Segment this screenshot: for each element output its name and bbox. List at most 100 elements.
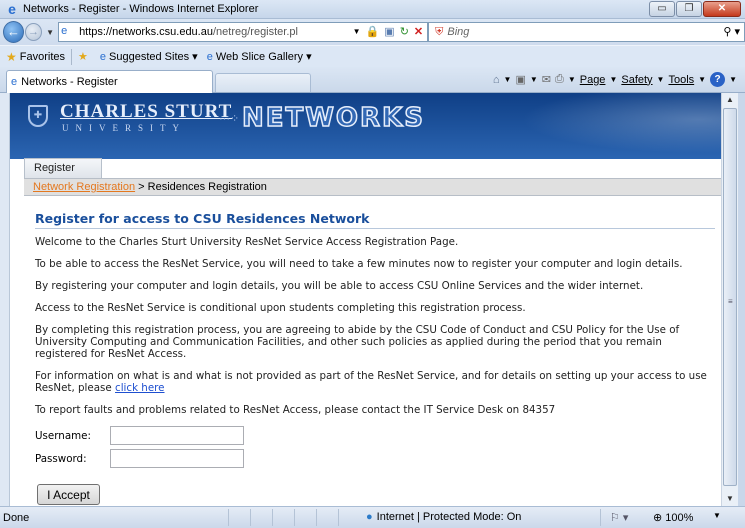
university-subname: UNIVERSITY <box>62 123 186 133</box>
address-url[interactable]: https://networks.csu.edu.au/netreg/regis… <box>79 26 298 38</box>
click-here-link[interactable]: click here <box>115 382 164 394</box>
favorites-divider <box>71 48 73 65</box>
web-slice-gallery-label: Web Slice Gallery ▾ <box>215 51 312 63</box>
recent-pages-dropdown-icon[interactable]: ▼ <box>46 28 54 37</box>
breadcrumb-current: Residences Registration <box>147 181 267 193</box>
new-tab-button[interactable] <box>215 73 311 92</box>
ie-tab-icon: e <box>11 76 18 88</box>
url-host: https://networks.csu.edu.au <box>79 26 213 38</box>
page-icon: e <box>99 50 107 63</box>
minimize-button[interactable]: ▭ <box>649 1 675 17</box>
bing-icon: ⛨ <box>435 25 444 38</box>
help-icon[interactable]: ? <box>710 72 726 87</box>
faults-paragraph: To report faults and problems related to… <box>35 404 556 416</box>
benefits-paragraph: By registering your computer and login d… <box>35 280 644 292</box>
accept-button[interactable]: I Accept <box>37 484 100 505</box>
password-input[interactable] <box>110 449 244 468</box>
address-toolbar: ← → ▼ e https://networks.csu.edu.au/netr… <box>0 19 745 45</box>
close-window-button[interactable]: ✕ <box>703 1 741 17</box>
tools-menu[interactable]: Tools <box>668 74 694 86</box>
lock-icon[interactable]: 🔒 <box>366 25 380 38</box>
status-cell <box>294 509 316 526</box>
compatibility-view-icon[interactable]: ▣ <box>384 25 394 38</box>
favorites-star-icon[interactable]: ★ <box>6 50 17 64</box>
restore-button[interactable]: ❐ <box>676 1 702 17</box>
page-icon: e <box>61 25 68 37</box>
print-icon[interactable]: ⎙ <box>555 73 564 86</box>
main-content: Register for access to CSU Residences Ne… <box>35 197 715 472</box>
site-banner: ✚ CHARLES STURT UNIVERSITY ···⁘ NETWORKS <box>10 93 721 159</box>
read-mail-icon[interactable]: ✉ <box>542 73 551 86</box>
tab-networks-register[interactable]: e Networks - Register <box>6 70 213 93</box>
add-to-favorites-icon[interactable]: ★ <box>78 50 88 63</box>
tab-strip: e Networks - Register ⌂ ▼ ▣ ▼ ✉ ⎙ ▼ Page ▼ S… <box>0 67 745 93</box>
register-intro-paragraph: To be able to access the ResNet Service,… <box>35 258 683 270</box>
username-input[interactable] <box>110 426 244 445</box>
search-icon[interactable]: ⚲ ▾ <box>723 25 740 38</box>
safety-menu[interactable]: Safety <box>621 74 652 86</box>
suggested-sites-label: Suggested Sites ▾ <box>109 51 198 63</box>
username-row: Username: <box>35 426 715 445</box>
status-divider <box>600 509 601 526</box>
tab-register[interactable]: Register <box>24 158 102 178</box>
scroll-up-icon[interactable]: ▲ <box>722 93 738 107</box>
status-cell <box>250 509 272 526</box>
favorites-button[interactable]: Favorites <box>20 51 65 63</box>
address-bar[interactable]: e https://networks.csu.edu.au/netreg/reg… <box>58 22 429 42</box>
search-box[interactable]: ⛨ Bing ⚲ ▾ <box>428 22 745 42</box>
home-icon[interactable]: ⌂ <box>493 74 500 86</box>
status-cell <box>316 509 338 526</box>
status-cell <box>272 509 294 526</box>
scroll-grip-icon: ≡ <box>728 297 733 306</box>
status-cell <box>338 509 360 526</box>
stop-icon[interactable]: ✕ <box>414 25 423 38</box>
url-path: /netreg/register.pl <box>212 26 298 38</box>
breadcrumb-separator: > <box>135 181 148 193</box>
vertical-scrollbar[interactable]: ▲ ≡ ▼ <box>721 93 738 506</box>
tab-label: Networks - Register <box>21 76 118 88</box>
address-dropdown-icon[interactable]: ▼ <box>353 27 361 36</box>
scrollbar-thumb[interactable]: ≡ <box>723 108 737 486</box>
conditional-paragraph: Access to the ResNet Service is conditio… <box>35 302 526 314</box>
university-name[interactable]: CHARLES STURT <box>60 101 232 123</box>
feeds-icon[interactable]: ▣ <box>515 73 525 86</box>
page-menu[interactable]: Page <box>580 74 606 86</box>
page-heading: Register for access to CSU Residences Ne… <box>35 212 715 229</box>
csu-crest-icon: ✚ <box>28 105 48 127</box>
policy-paragraph: By completing this registration process,… <box>35 324 680 360</box>
window-frame <box>738 93 745 506</box>
page-icon: e <box>206 50 213 63</box>
welcome-paragraph: Welcome to the Charles Sturt University … <box>35 236 459 248</box>
forward-button[interactable]: → <box>24 23 43 41</box>
zone-label: Internet | Protected Mode: On <box>376 511 522 523</box>
globe-icon: ● <box>366 511 373 523</box>
refresh-icon[interactable]: ↻ <box>400 25 409 38</box>
info-paragraph: For information on what is and what is n… <box>35 370 715 394</box>
password-row: Password: <box>35 449 715 468</box>
window-title-bar: e Networks - Register - Windows Internet… <box>0 0 745 19</box>
networks-logo: NETWORKS <box>241 102 425 134</box>
search-placeholder: Bing <box>447 26 470 38</box>
status-cell <box>228 509 250 526</box>
username-label: Username: <box>35 429 91 442</box>
web-slice-gallery-link[interactable]: e Web Slice Gallery ▾ <box>206 50 312 64</box>
status-text: Done <box>3 512 30 524</box>
breadcrumb-network-registration-link[interactable]: Network Registration <box>33 181 135 193</box>
scroll-down-icon[interactable]: ▼ <box>722 492 738 506</box>
password-label: Password: <box>35 452 87 465</box>
protected-mode-icon[interactable]: ⚐ ▾ <box>610 511 628 524</box>
suggested-sites-link[interactable]: e Suggested Sites ▾ <box>99 50 198 64</box>
zoom-value: 100% <box>665 512 694 524</box>
window-controls: ▭ ❐ ✕ <box>648 1 741 17</box>
dots-divider-icon: ···⁘ <box>219 113 240 125</box>
window-title: Networks - Register - Windows Internet E… <box>23 3 259 15</box>
zoom-dropdown-icon[interactable]: ▼ <box>713 511 721 520</box>
banner-decoration <box>491 93 721 159</box>
page-content: ✚ CHARLES STURT UNIVERSITY ···⁘ NETWORKS… <box>9 93 721 506</box>
security-zone[interactable]: ● Internet | Protected Mode: On <box>366 511 521 523</box>
command-bar: ⌂ ▼ ▣ ▼ ✉ ⎙ ▼ Page ▼ Safety ▼ Tools ▼ ? ▼ <box>492 72 737 87</box>
favorites-bar: ★ Favorites ★ e Suggested Sites ▾ e Web Sl… <box>0 45 745 67</box>
zoom-level[interactable]: ⊕ 100% <box>653 511 693 524</box>
ie-logo-icon: e <box>8 1 16 17</box>
back-button[interactable]: ← <box>3 21 24 43</box>
